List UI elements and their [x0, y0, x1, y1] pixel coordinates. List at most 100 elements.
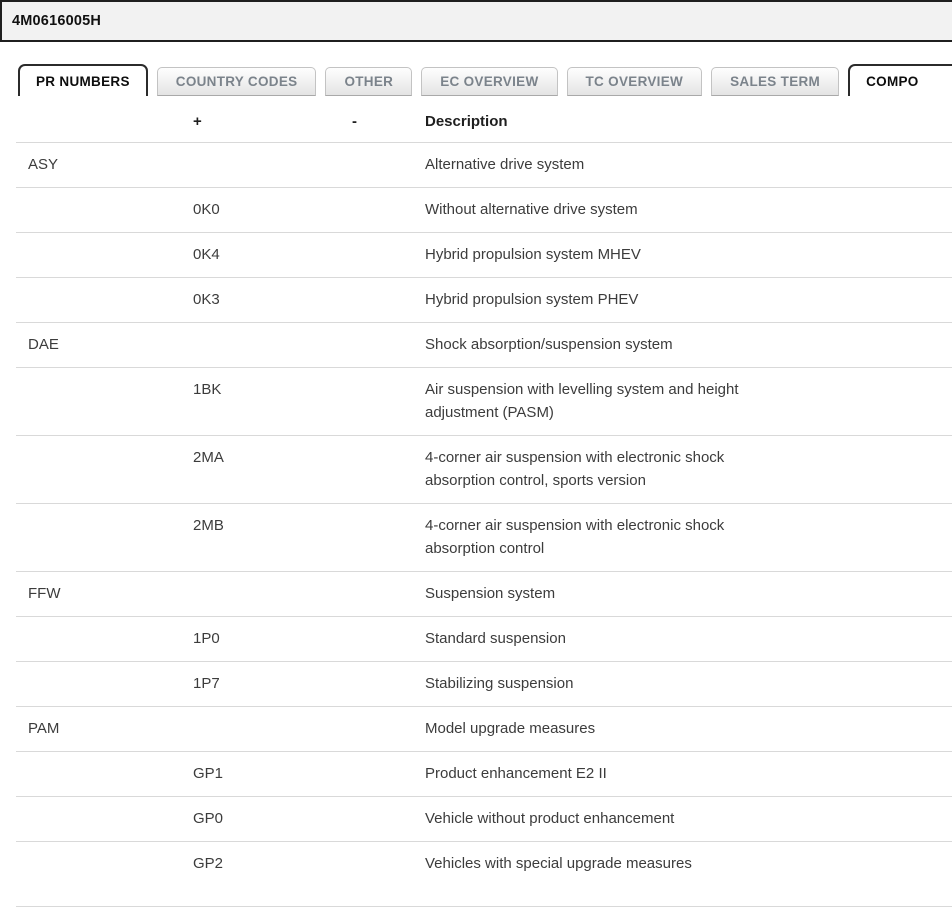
- cell-minus-code: [352, 572, 425, 617]
- cell-minus-code: [352, 436, 425, 504]
- cell-description: Alternative drive system: [425, 143, 952, 188]
- cell-family-code: ASY: [16, 143, 193, 188]
- cell-description: Standard suspension: [425, 617, 952, 662]
- cell-plus-code: GP1: [193, 752, 352, 797]
- cell-plus-code: 0K3: [193, 278, 352, 323]
- table-row: DAE Shock absorption/suspension system: [16, 323, 952, 368]
- description-text: 4-corner air suspension with electronic …: [425, 446, 787, 492]
- cell-description: Product enhancement E2 II: [425, 752, 952, 797]
- tab-ec-overview[interactable]: EC OVERVIEW: [421, 67, 557, 96]
- description-text: Product enhancement E2 II: [425, 762, 787, 785]
- cell-family-code: [16, 797, 193, 842]
- cell-description: Hybrid propulsion system MHEV: [425, 233, 952, 278]
- cell-minus-code: [352, 707, 425, 752]
- cell-family-code: [16, 233, 193, 278]
- cell-family-code: [16, 842, 193, 887]
- description-text: Hybrid propulsion system PHEV: [425, 288, 787, 311]
- tab-tc-overview[interactable]: TC OVERVIEW: [567, 67, 703, 96]
- description-text: Alternative drive system: [425, 153, 787, 176]
- table-body: ASY Alternative drive system 0K0 Without…: [16, 143, 952, 887]
- tab-sales-term[interactable]: SALES TERM: [711, 67, 839, 96]
- cell-plus-code: [193, 143, 352, 188]
- cell-plus-code: [193, 707, 352, 752]
- cell-description: 4-corner air suspension with electronic …: [425, 436, 952, 504]
- table-row: PAM Model upgrade measures: [16, 707, 952, 752]
- table-row: GP1 Product enhancement E2 II: [16, 752, 952, 797]
- cell-minus-code: [352, 662, 425, 707]
- tab-compo[interactable]: COMPO: [848, 64, 952, 96]
- cell-description: Shock absorption/suspension system: [425, 323, 952, 368]
- part-number: 4M0616005H: [12, 13, 101, 29]
- tab-bar: PR NUMBERS COUNTRY CODES OTHER EC OVERVIEW T…: [18, 64, 952, 96]
- tab-country-codes[interactable]: COUNTRY CODES: [157, 67, 317, 96]
- description-text: Shock absorption/suspension system: [425, 333, 787, 356]
- table-row: 1P7 Stabilizing suspension: [16, 662, 952, 707]
- tab-other[interactable]: OTHER: [325, 67, 412, 96]
- header-minus: -: [352, 98, 425, 143]
- cell-minus-code: [352, 233, 425, 278]
- cell-plus-code: [193, 323, 352, 368]
- table-row: GP0 Vehicle without product enhancement: [16, 797, 952, 842]
- cell-family-code: [16, 504, 193, 572]
- table-row: 2MB 4-corner air suspension with electro…: [16, 504, 952, 572]
- cell-description: Without alternative drive system: [425, 188, 952, 233]
- cell-minus-code: [352, 752, 425, 797]
- cell-plus-code: 1P7: [193, 662, 352, 707]
- cell-plus-code: 0K4: [193, 233, 352, 278]
- cell-minus-code: [352, 797, 425, 842]
- cell-plus-code: 0K0: [193, 188, 352, 233]
- cell-description: Hybrid propulsion system PHEV: [425, 278, 952, 323]
- cell-minus-code: [352, 504, 425, 572]
- cell-plus-code: 1P0: [193, 617, 352, 662]
- cell-description: Model upgrade measures: [425, 707, 952, 752]
- header-family: [16, 98, 193, 143]
- description-text: Air suspension with levelling system and…: [425, 378, 787, 424]
- cell-family-code: [16, 617, 193, 662]
- table-row: GP2 Vehicles with special upgrade measur…: [16, 842, 952, 887]
- table-row: 1BK Air suspension with levelling system…: [16, 368, 952, 436]
- cell-description: 4-corner air suspension with electronic …: [425, 504, 952, 572]
- cell-plus-code: [193, 572, 352, 617]
- description-text: Model upgrade measures: [425, 717, 787, 740]
- description-text: Vehicles with special upgrade measures: [425, 852, 787, 875]
- cell-minus-code: [352, 188, 425, 233]
- cell-plus-code: 1BK: [193, 368, 352, 436]
- description-text: Stabilizing suspension: [425, 672, 787, 695]
- cell-plus-code: 2MA: [193, 436, 352, 504]
- description-text: Hybrid propulsion system MHEV: [425, 243, 787, 266]
- cell-family-code: FFW: [16, 572, 193, 617]
- description-text: Vehicle without product enhancement: [425, 807, 787, 830]
- table-row: 0K4 Hybrid propulsion system MHEV: [16, 233, 952, 278]
- pr-numbers-table: + - Description ASY Alternative drive sy…: [16, 98, 952, 886]
- cell-description: Stabilizing suspension: [425, 662, 952, 707]
- description-text: 4-corner air suspension with electronic …: [425, 514, 787, 560]
- table-row: ASY Alternative drive system: [16, 143, 952, 188]
- cell-family-code: [16, 188, 193, 233]
- tab-pr-numbers[interactable]: PR NUMBERS: [18, 64, 148, 96]
- table-row: FFW Suspension system: [16, 572, 952, 617]
- cell-plus-code: GP2: [193, 842, 352, 887]
- table-header-row: + - Description: [16, 98, 952, 143]
- table-row: 0K3 Hybrid propulsion system PHEV: [16, 278, 952, 323]
- cell-minus-code: [352, 842, 425, 887]
- header-plus: +: [193, 98, 352, 143]
- description-text: Standard suspension: [425, 627, 787, 650]
- table-row: 2MA 4-corner air suspension with electro…: [16, 436, 952, 504]
- cell-minus-code: [352, 278, 425, 323]
- cell-minus-code: [352, 617, 425, 662]
- cell-minus-code: [352, 143, 425, 188]
- cell-family-code: PAM: [16, 707, 193, 752]
- header-description: Description: [425, 98, 952, 143]
- cell-family-code: [16, 278, 193, 323]
- cell-family-code: DAE: [16, 323, 193, 368]
- cell-plus-code: 2MB: [193, 504, 352, 572]
- cell-plus-code: GP0: [193, 797, 352, 842]
- description-text: Suspension system: [425, 582, 787, 605]
- cell-family-code: [16, 752, 193, 797]
- description-text: Without alternative drive system: [425, 198, 787, 221]
- cell-description: Vehicle without product enhancement: [425, 797, 952, 842]
- table-row: 0K0 Without alternative drive system: [16, 188, 952, 233]
- cell-minus-code: [352, 368, 425, 436]
- cell-description: Vehicles with special upgrade measures: [425, 842, 952, 887]
- cell-family-code: [16, 368, 193, 436]
